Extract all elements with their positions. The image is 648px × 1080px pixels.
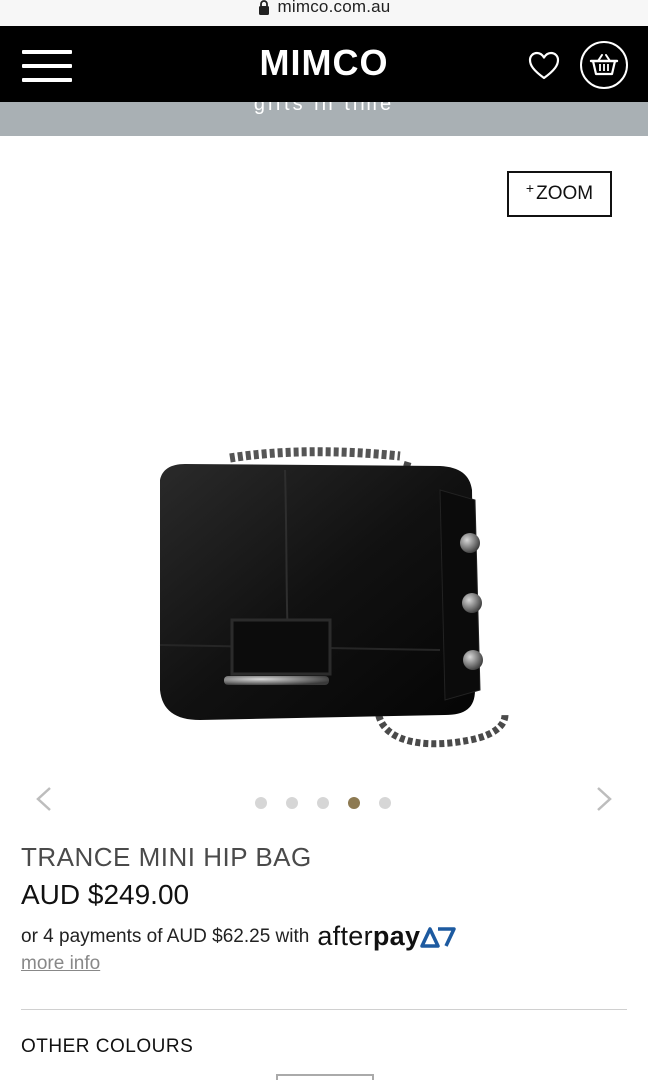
more-info-link[interactable]: more info	[21, 953, 100, 975]
basket-icon[interactable]	[580, 41, 628, 89]
tagline-bar: gifts in time	[0, 102, 648, 136]
afterpay-line: or 4 payments of AUD $62.25 with after pa…	[21, 921, 457, 952]
carousel-dot[interactable]	[286, 797, 298, 809]
url-text: mimco.com.au	[277, 0, 391, 16]
chevron-left-icon[interactable]	[32, 782, 56, 816]
url-container: mimco.com.au	[258, 0, 391, 17]
afterpay-after-text: after	[317, 921, 373, 951]
carousel-dot[interactable]	[348, 797, 360, 809]
basket-glyph-icon	[589, 54, 619, 76]
zoom-button[interactable]: + ZOOM	[507, 171, 612, 217]
zoom-label: ZOOM	[536, 183, 594, 204]
divider	[21, 1009, 627, 1010]
product-title: TRANCE MINI HIP BAG	[21, 842, 312, 872]
colour-swatch[interactable]	[276, 1074, 374, 1080]
heart-icon[interactable]	[527, 50, 561, 82]
carousel-dot[interactable]	[379, 797, 391, 809]
lock-icon	[258, 0, 269, 15]
zoom-plus-icon: +	[525, 180, 535, 196]
carousel-dot[interactable]	[317, 797, 329, 809]
tagline: gifts in time	[253, 102, 395, 115]
other-colours-heading: OTHER COLOURS	[21, 1036, 194, 1057]
afterpay-icon	[420, 926, 457, 948]
afterpay-pay-text: pay	[372, 921, 421, 951]
site-header: MIMCO	[0, 26, 648, 102]
afterpay-logo: after pay	[317, 921, 457, 952]
browser-url-bar[interactable]: mimco.com.au	[0, 0, 648, 26]
carousel-dots	[255, 797, 391, 809]
chevron-right-icon[interactable]	[592, 782, 616, 816]
product-price: AUD $249.00	[21, 879, 190, 910]
product-image[interactable]	[140, 440, 530, 770]
installment-text: or 4 payments of AUD $62.25 with	[21, 925, 310, 947]
carousel-dot[interactable]	[255, 797, 267, 809]
